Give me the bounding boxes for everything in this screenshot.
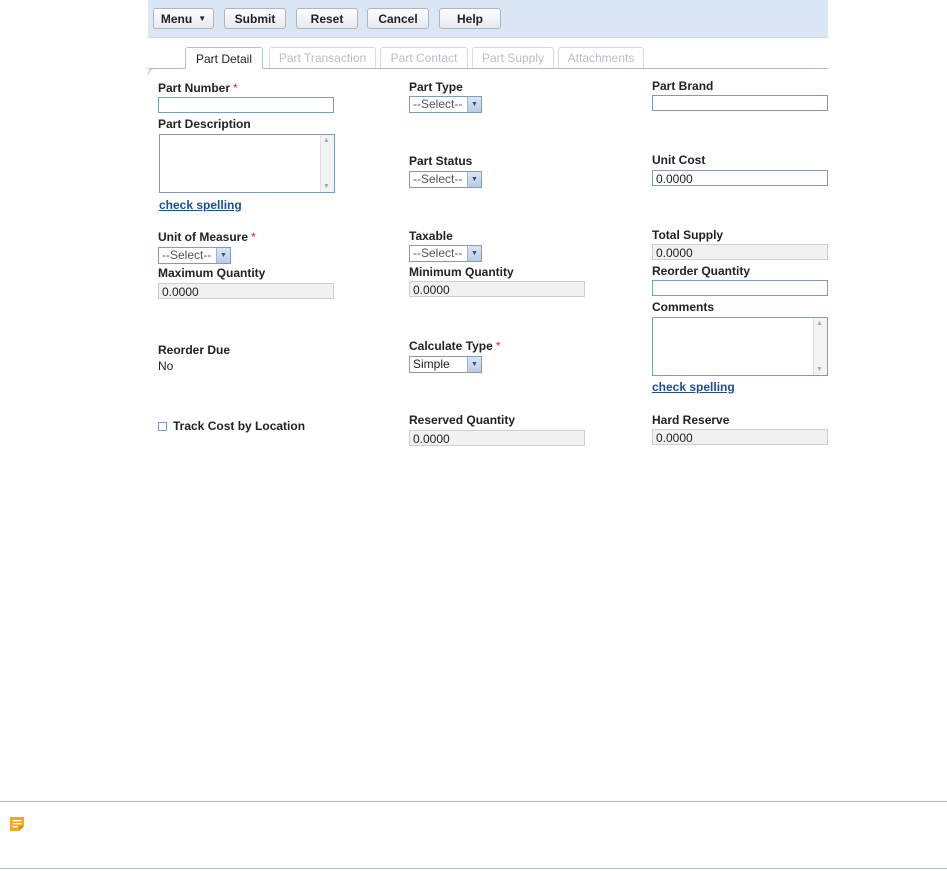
scroll-up-icon: ▲	[323, 137, 330, 144]
help-button[interactable]: Help	[439, 8, 501, 29]
caret-down-icon: ▼	[198, 14, 207, 23]
tab-part-transaction[interactable]: Part Transaction	[269, 47, 376, 68]
scroll-down-icon: ▼	[816, 366, 823, 373]
tab-bar: Part Detail Part Transaction Part Contac…	[148, 47, 828, 69]
part-brand-label: Part Brand	[652, 79, 714, 93]
reorder-due-label: Reorder Due	[158, 343, 231, 357]
taxable-select[interactable]: --Select-- ▼	[409, 245, 482, 262]
part-status-value: --Select--	[413, 172, 463, 186]
menu-button[interactable]: Menu ▼	[153, 8, 214, 29]
track-cost-checkbox[interactable]	[158, 422, 167, 431]
required-marker: *	[251, 230, 256, 244]
maximum-quantity-label: Maximum Quantity	[158, 266, 266, 280]
part-number-input[interactable]	[158, 97, 334, 113]
menu-button-label: Menu	[160, 11, 193, 26]
required-marker: *	[495, 339, 501, 353]
unit-of-measure-label: Unit of Measure *	[158, 230, 256, 244]
reorder-quantity-label: Reorder Quantity	[652, 264, 751, 278]
calculate-type-value: Simple	[413, 357, 450, 371]
toolbar: Menu ▼ Submit Reset Cancel Help	[148, 0, 828, 38]
total-supply-label: Total Supply	[652, 228, 724, 242]
note-icon	[10, 817, 24, 831]
chevron-down-icon: ▼	[467, 97, 481, 112]
minimum-quantity-field: 0.0000	[409, 281, 585, 297]
chevron-down-icon: ▼	[216, 248, 230, 263]
chevron-down-icon: ▼	[467, 172, 481, 187]
comments-scrollbar[interactable]: ▲ ▼	[813, 318, 827, 375]
chevron-down-icon: ▼	[467, 246, 481, 261]
reserved-quantity-field: 0.0000	[409, 430, 585, 446]
note-box	[0, 801, 947, 869]
part-brand-input[interactable]	[652, 95, 828, 111]
part-type-label: Part Type	[409, 80, 463, 94]
reserved-quantity-label: Reserved Quantity	[409, 413, 516, 427]
calculate-type-select[interactable]: Simple ▼	[409, 356, 482, 373]
part-status-label: Part Status	[409, 154, 473, 168]
tab-part-supply[interactable]: Part Supply	[472, 47, 554, 68]
submit-button[interactable]: Submit	[224, 8, 286, 29]
part-type-value: --Select--	[413, 97, 463, 111]
reorder-due-value: No	[158, 359, 174, 373]
scroll-down-icon: ▼	[323, 183, 330, 190]
unit-cost-input[interactable]: 0.0000	[652, 170, 828, 186]
tab-attachments[interactable]: Attachments	[558, 47, 644, 68]
required-marker: *	[233, 81, 238, 95]
chevron-down-icon: ▼	[467, 357, 481, 372]
tab-part-detail[interactable]: Part Detail	[185, 47, 263, 69]
part-status-select[interactable]: --Select-- ▼	[409, 171, 482, 188]
unit-of-measure-value: --Select--	[162, 248, 212, 262]
calculate-type-label-text: Calculate Type	[409, 339, 493, 353]
part-description-textarea[interactable]: ▲ ▼	[159, 134, 335, 193]
unit-of-measure-select[interactable]: --Select-- ▼	[158, 247, 231, 264]
minimum-quantity-label: Minimum Quantity	[409, 265, 514, 279]
reorder-quantity-input[interactable]	[652, 280, 828, 296]
unit-of-measure-label-text: Unit of Measure	[158, 230, 249, 244]
part-number-label: Part Number *	[158, 81, 238, 95]
cancel-button[interactable]: Cancel	[367, 8, 429, 29]
part-description-label: Part Description	[158, 117, 251, 131]
calculate-type-label: Calculate Type *	[409, 339, 500, 353]
scroll-up-icon: ▲	[816, 320, 823, 327]
hard-reserve-field: 0.0000	[652, 429, 828, 445]
comments-check-spelling-link[interactable]: check spelling	[652, 380, 735, 394]
taxable-label: Taxable	[409, 229, 453, 243]
taxable-value: --Select--	[413, 246, 463, 260]
part-description-check-spelling-link[interactable]: check spelling	[159, 198, 242, 212]
maximum-quantity-field: 0.0000	[158, 283, 334, 299]
unit-cost-label: Unit Cost	[652, 153, 706, 167]
tab-part-contact[interactable]: Part Contact	[380, 47, 468, 68]
reset-button[interactable]: Reset	[296, 8, 358, 29]
part-description-scrollbar[interactable]: ▲ ▼	[320, 135, 334, 192]
part-number-label-text: Part Number	[158, 81, 231, 95]
hard-reserve-label: Hard Reserve	[652, 413, 730, 427]
comments-label: Comments	[652, 300, 715, 314]
comments-textarea[interactable]: ▲ ▼	[652, 317, 828, 376]
part-type-select[interactable]: --Select-- ▼	[409, 96, 482, 113]
total-supply-field: 0.0000	[652, 244, 828, 260]
track-cost-label: Track Cost by Location	[173, 419, 306, 433]
